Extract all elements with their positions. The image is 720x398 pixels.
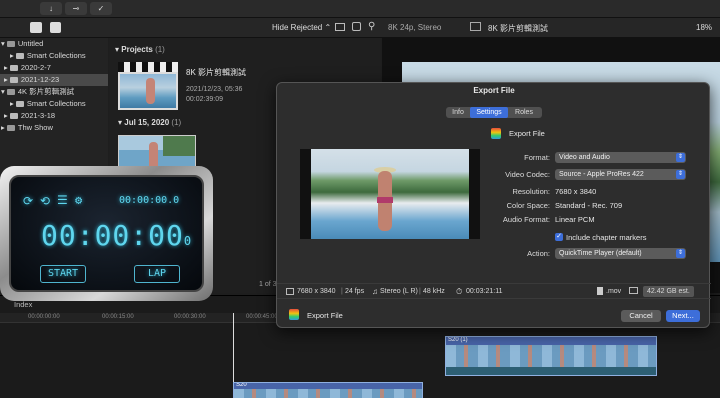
- dialog-subtitle: Export File: [509, 129, 545, 138]
- ruler-tick: 00:00:30:00: [174, 314, 206, 320]
- lap-time-display: 00:00:00.0: [119, 195, 180, 206]
- color-space-value: Standard - Rec. 709: [555, 201, 623, 210]
- info-audio: Stereo (L R): [380, 288, 418, 295]
- next-button[interactable]: Next...: [666, 310, 700, 322]
- ruler-tick: 00:00:15:00: [102, 314, 134, 320]
- project-date: 2021/12/23, 05:36: [186, 86, 243, 93]
- date-header[interactable]: ▾ Jul 15, 2020 (1): [118, 118, 181, 127]
- export-info-bar: 7680 x 3840 | 24 fps ♫ Stereo (L R) | 48…: [277, 283, 711, 299]
- viewer-format: 8K 24p, Stereo: [388, 23, 442, 32]
- resolution-value: 7680 x 3840: [555, 187, 597, 196]
- library-icon: [6, 125, 15, 132]
- dialog-title: Export File: [473, 86, 515, 95]
- event-icon: [9, 65, 18, 72]
- start-button[interactable]: START: [40, 265, 86, 283]
- clip-appearance-icon[interactable]: [335, 23, 345, 31]
- cancel-button[interactable]: Cancel: [621, 310, 661, 322]
- export-dialog: Export File Info Settings Roles Export F…: [276, 82, 711, 328]
- photos-icon[interactable]: [50, 22, 61, 33]
- key-icon[interactable]: ⊸: [65, 2, 87, 15]
- timeline-clip-connected[interactable]: S20 (1): [445, 336, 657, 376]
- info-duration: 00:03:21:11: [466, 288, 503, 295]
- folder-icon: [15, 101, 24, 108]
- chapter-markers-label: Include chapter markers: [566, 233, 647, 242]
- info-resolution: 7680 x 3840: [297, 288, 336, 295]
- tab-info[interactable]: Info: [446, 107, 470, 118]
- video-codec-popup[interactable]: Source - Apple ProRes 422 ⇕: [555, 169, 686, 180]
- chevron-updown-icon: ⇕: [676, 153, 685, 162]
- disk-icon: [629, 287, 638, 294]
- project-duration: 00:02:39:09: [186, 96, 223, 103]
- info-size: 42.42 GB est.: [643, 286, 694, 297]
- clip-label: S20 (1): [448, 337, 468, 343]
- color-space-label: Color Space:: [506, 201, 550, 210]
- tab-roles[interactable]: Roles: [508, 107, 540, 118]
- main-time-display: 00:00:000: [41, 219, 193, 252]
- chapter-markers-checkbox[interactable]: ✓: [555, 233, 563, 241]
- stopwatch-screen: ⟳ ⟲ ☰ ⚙ 00:00:00.0 00:00:000 START LAP: [9, 175, 204, 292]
- settings-icon[interactable]: ⚙: [75, 193, 82, 207]
- sidebar-item-2021-3-18[interactable]: ▸ 2021-3-18: [0, 110, 108, 122]
- sidebar-item-smart-collections[interactable]: ▸ Smart Collections: [0, 50, 108, 62]
- project-thumbnail[interactable]: [118, 62, 178, 110]
- top-toolbar: ↓ ⊸ ✓: [0, 0, 720, 18]
- libraries-icon[interactable]: [30, 22, 42, 33]
- ruler-tick: 00:00:45:00: [246, 314, 278, 320]
- sidebar-item-untitled[interactable]: ▾ Untitled: [0, 38, 108, 50]
- event-icon: [9, 77, 18, 84]
- search-icon[interactable]: ⚲: [368, 21, 375, 32]
- project-title: 8K 影片剪輯測試: [186, 68, 247, 77]
- format-label: Format:: [524, 153, 550, 162]
- action-label: Action:: [527, 249, 550, 258]
- tab-settings[interactable]: Settings: [470, 107, 508, 118]
- format-popup[interactable]: Video and Audio ⇕: [555, 152, 686, 163]
- lap-button[interactable]: LAP: [134, 265, 180, 283]
- sidebar-item-2020-2-7[interactable]: ▸ 2020-2-7: [0, 62, 108, 74]
- index-button[interactable]: Index: [14, 300, 32, 309]
- browser-header-bar: Hide Rejected ⌃ ⚲ 8K 24p, Stereo 8K 影片剪輯…: [0, 18, 720, 38]
- library-icon: [6, 89, 15, 96]
- share-destination-icon: [491, 128, 501, 139]
- checkmark-icon[interactable]: ✓: [90, 2, 112, 15]
- import-icon[interactable]: ↓: [40, 2, 62, 15]
- footer-title: Export File: [307, 311, 343, 320]
- filter-popup[interactable]: Hide Rejected ⌃: [272, 23, 331, 32]
- chevron-updown-icon: ⇕: [676, 170, 685, 179]
- sidebar-item-thw-show[interactable]: ▸ Thw Show: [0, 122, 108, 134]
- info-extension: .mov: [606, 288, 622, 295]
- ruler-tick: 00:00:00:00: [28, 314, 60, 320]
- zoom-level[interactable]: 18%: [696, 23, 712, 32]
- timeline-clip-primary[interactable]: S20: [233, 382, 423, 398]
- settings-icon[interactable]: [352, 22, 361, 31]
- info-rate: 48 kHz: [423, 288, 445, 295]
- audio-format-value: Linear PCM: [555, 215, 595, 224]
- clock-icon: ⏱: [456, 287, 463, 296]
- library-icon: [6, 41, 15, 48]
- event-icon: [9, 113, 18, 120]
- chevron-updown-icon: ⇕: [676, 249, 685, 258]
- stopwatch-widget: ⟳ ⟲ ☰ ⚙ 00:00:00.0 00:00:000 START LAP: [0, 166, 213, 301]
- audio-icon: ♫: [372, 287, 378, 296]
- file-icon: [597, 287, 603, 295]
- sidebar-item-2021-12-23[interactable]: ▸ 2021-12-23: [0, 74, 108, 86]
- clip-label: S20: [236, 382, 247, 388]
- audio-format-label: Audio Format:: [502, 215, 550, 224]
- info-fps: 24 fps: [345, 288, 365, 295]
- sidebar-item-4k-library[interactable]: ▾ 4K 影片剪輯測試: [0, 86, 108, 98]
- resolution-icon: [286, 288, 294, 295]
- share-destination-icon: [289, 309, 299, 320]
- resolution-label: Resolution:: [512, 187, 550, 196]
- refresh-icon[interactable]: ⟲: [40, 194, 50, 208]
- sidebar-item-smart-collections-2[interactable]: ▸ Smart Collections: [0, 98, 108, 110]
- reset-icon[interactable]: ⟳: [23, 194, 33, 208]
- dialog-tabs: Info Settings Roles: [446, 107, 542, 118]
- viewer-icon[interactable]: [470, 22, 481, 31]
- folder-icon: [15, 53, 24, 60]
- viewer-title: 8K 影片剪輯測試: [488, 24, 549, 33]
- projects-header[interactable]: ▾ Projects (1): [115, 45, 165, 54]
- action-popup[interactable]: QuickTime Player (default) ⇕: [555, 248, 686, 259]
- video-codec-label: Video Codec:: [505, 170, 550, 179]
- menu-icon[interactable]: ☰: [57, 193, 68, 207]
